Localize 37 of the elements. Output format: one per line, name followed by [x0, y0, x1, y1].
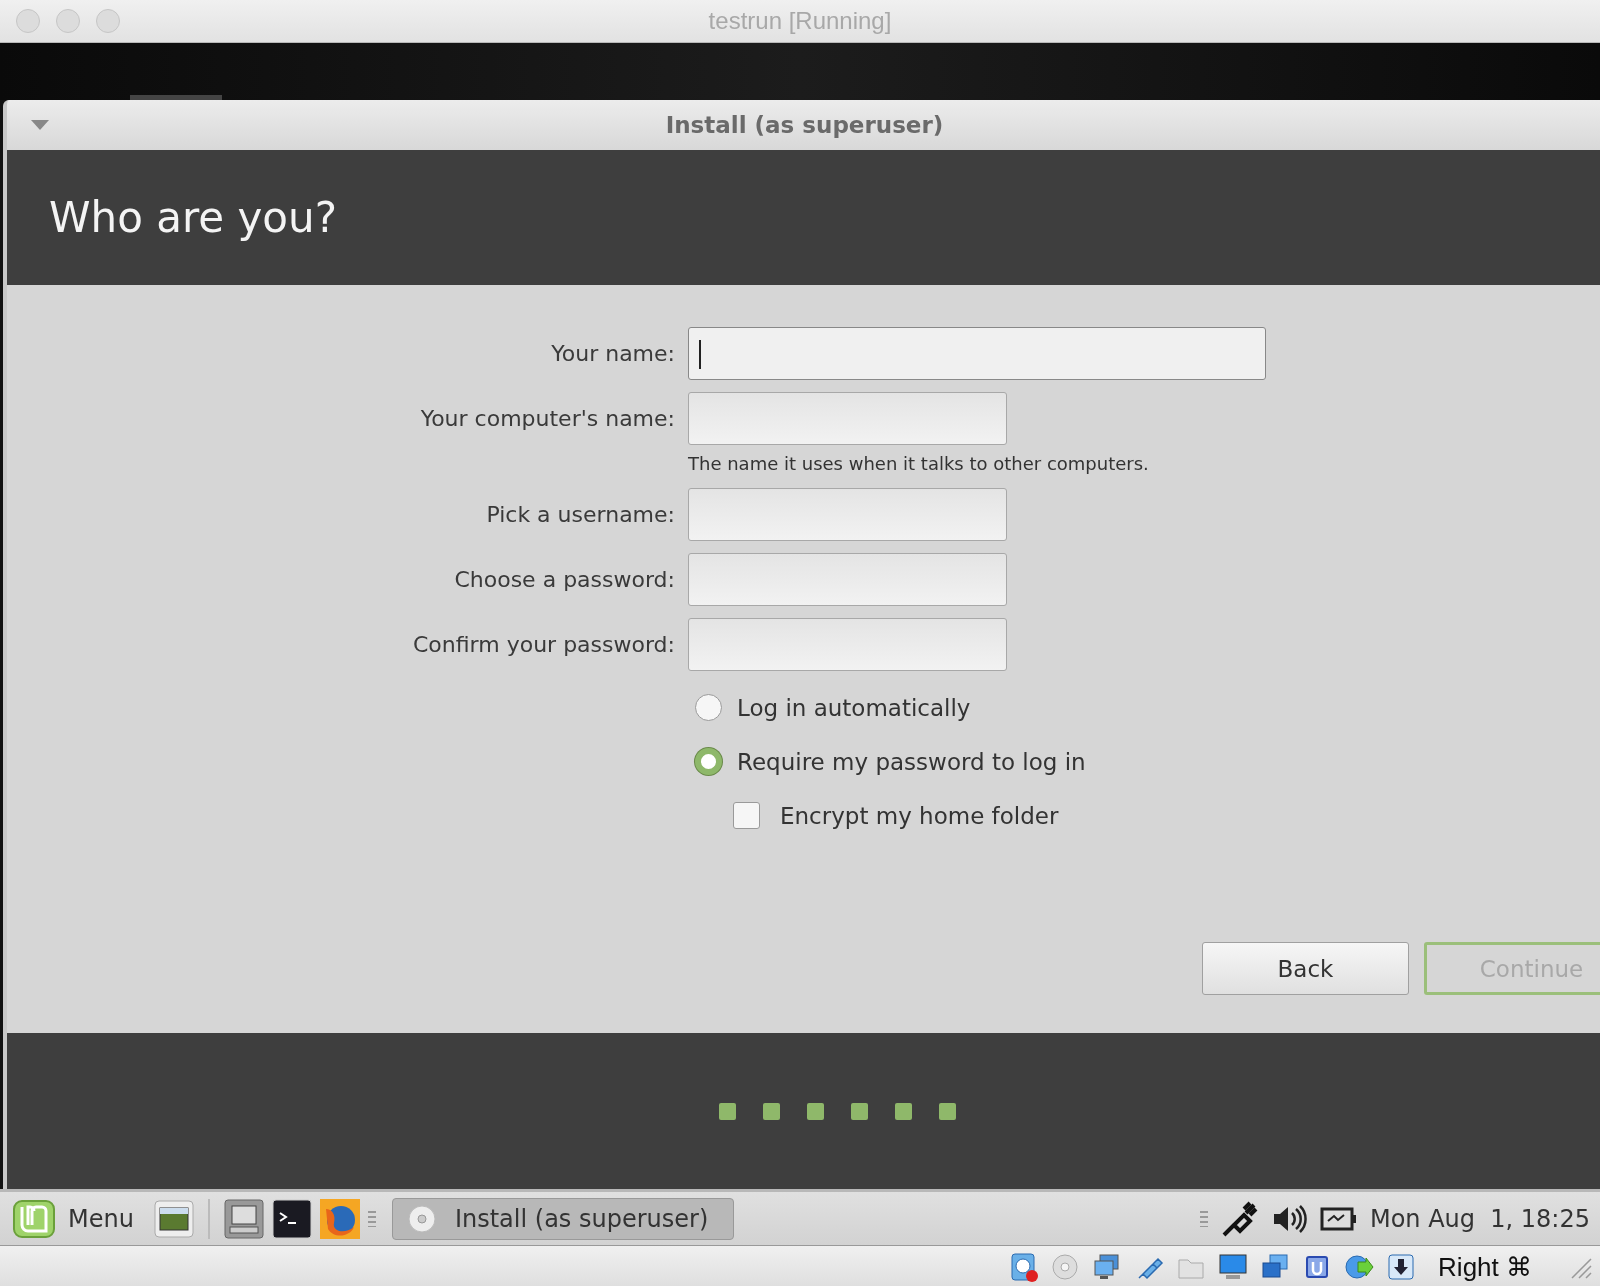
caret-icon[interactable] [31, 120, 49, 130]
checkbox[interactable] [733, 802, 760, 829]
computer-icon[interactable] [223, 1198, 264, 1239]
globe-arrow-icon[interactable] [1344, 1252, 1375, 1282]
text-field[interactable] [688, 618, 1007, 671]
disc-icon [406, 1203, 437, 1234]
back-button[interactable]: Back [1202, 942, 1409, 995]
page-heading: Who are you? [49, 193, 337, 242]
option-label[interactable]: Log in automatically [737, 694, 971, 721]
field-label: Your name: [551, 341, 675, 366]
hint-text: The name it uses when it talks to other computers. [688, 453, 1150, 474]
download-icon[interactable] [1386, 1252, 1417, 1282]
radio-button[interactable] [695, 694, 722, 721]
window-title: testrun [Running] [708, 7, 892, 35]
option-label[interactable]: Encrypt my home folder [780, 802, 1059, 829]
disc-icon[interactable] [1050, 1252, 1081, 1282]
text-field[interactable] [688, 327, 1266, 380]
option-label[interactable]: Require my password to log in [737, 748, 1086, 775]
terminal-icon[interactable] [271, 1198, 312, 1239]
hard-disk-icon[interactable] [1008, 1252, 1039, 1282]
field-label: Pick a username: [486, 502, 675, 527]
monitor-icon[interactable] [1218, 1252, 1249, 1282]
menu-button[interactable]: Menu [68, 1204, 134, 1233]
radio-button[interactable] [695, 748, 722, 775]
field-label: Choose a password: [454, 567, 675, 592]
window-title: Install (as superuser) [664, 112, 945, 138]
volume-icon[interactable] [1271, 1203, 1308, 1234]
taskbar-window-button[interactable]: Install (as superuser) [391, 1197, 734, 1240]
text-field[interactable] [688, 488, 1007, 541]
text-field[interactable] [688, 553, 1007, 606]
field-label: Confirm your password: [412, 632, 675, 657]
field-label: Your computer's name: [420, 406, 675, 431]
clock[interactable]: Mon Aug 1, 18:25 [1369, 1204, 1590, 1233]
globe-icon[interactable] [319, 1198, 360, 1239]
text-field[interactable] [688, 392, 1007, 445]
host-key-label: Right ⌘ [1438, 1251, 1532, 1283]
desktop-icon[interactable] [153, 1199, 194, 1238]
